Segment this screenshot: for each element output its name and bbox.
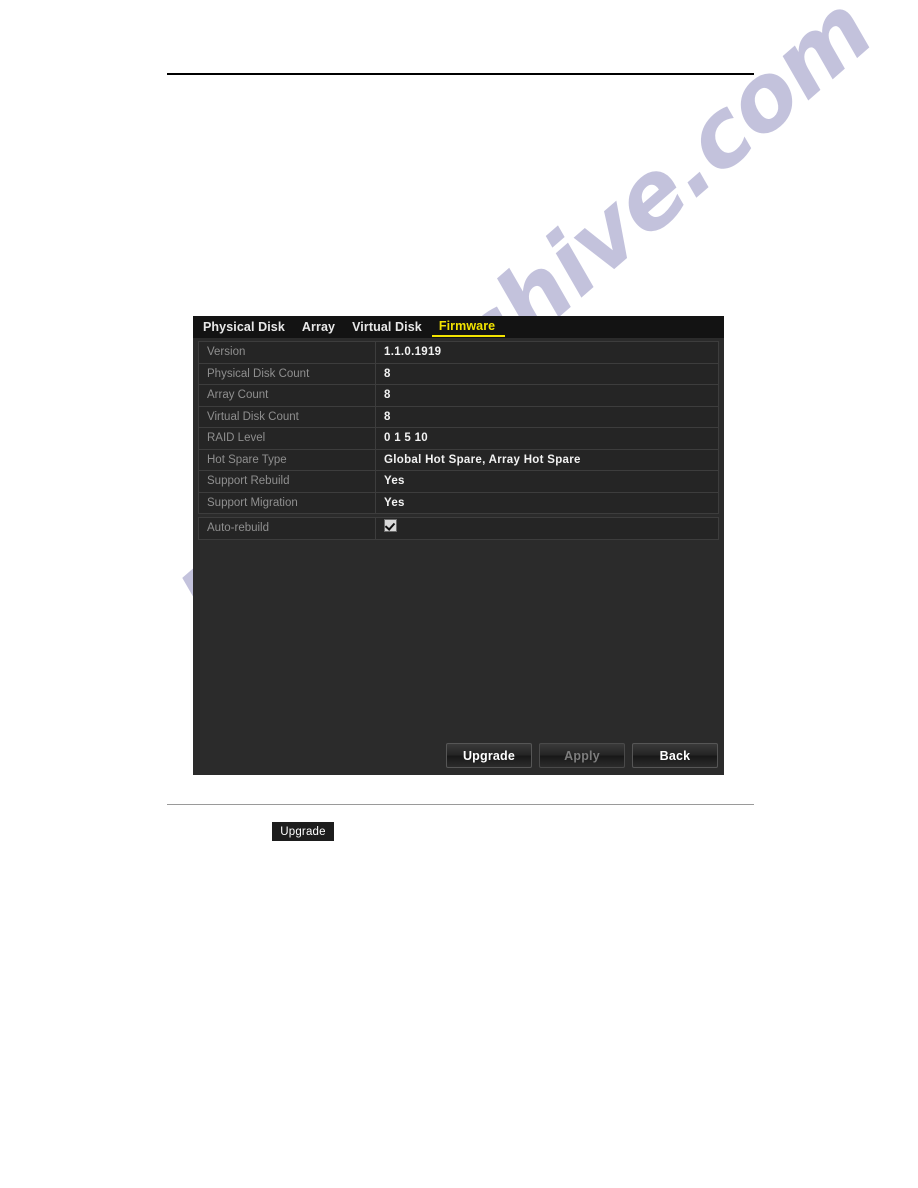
row-value-virtual-disk-count: 8 <box>375 405 719 428</box>
apply-button[interactable]: Apply <box>539 743 625 768</box>
row-label-virtual-disk-count: Virtual Disk Count <box>198 405 376 428</box>
tab-physical-disk[interactable]: Physical Disk <box>196 318 295 336</box>
firmware-info-table-wrap: Version 1.1.0.1919 Physical Disk Count 8… <box>193 338 724 540</box>
row-label-auto-rebuild: Auto-rebuild <box>198 517 376 540</box>
row-label-support-rebuild: Support Rebuild <box>198 470 376 493</box>
raid-firmware-dialog: Physical Disk Array Virtual Disk Firmwar… <box>193 316 724 775</box>
table-row: Version 1.1.0.1919 <box>198 341 719 364</box>
row-label-version: Version <box>198 341 376 364</box>
row-label-hot-spare-type: Hot Spare Type <box>198 448 376 471</box>
back-button[interactable]: Back <box>632 743 718 768</box>
table-row: RAID Level 0 1 5 10 <box>198 427 719 450</box>
auto-rebuild-checkbox[interactable] <box>384 519 397 533</box>
table-row: Support Migration Yes <box>198 491 719 514</box>
page-footer-rule <box>167 804 754 805</box>
row-label-physical-disk-count: Physical Disk Count <box>198 362 376 385</box>
table-row: Physical Disk Count 8 <box>198 362 719 385</box>
dialog-button-row: Upgrade Apply Back <box>446 743 718 768</box>
table-row: Virtual Disk Count 8 <box>198 405 719 428</box>
tab-array[interactable]: Array <box>295 318 345 336</box>
row-value-auto-rebuild <box>375 517 719 540</box>
row-label-support-migration: Support Migration <box>198 491 376 514</box>
row-value-physical-disk-count: 8 <box>375 362 719 385</box>
row-value-support-rebuild: Yes <box>375 470 719 493</box>
table-row: Array Count 8 <box>198 384 719 407</box>
inline-upgrade-button[interactable]: Upgrade <box>272 822 334 841</box>
tab-virtual-disk[interactable]: Virtual Disk <box>345 318 432 336</box>
dialog-tabbar: Physical Disk Array Virtual Disk Firmwar… <box>193 316 724 338</box>
page-header-rule <box>167 73 754 75</box>
upgrade-button[interactable]: Upgrade <box>446 743 532 768</box>
row-value-array-count: 8 <box>375 384 719 407</box>
row-value-version: 1.1.0.1919 <box>375 341 719 364</box>
row-value-support-migration: Yes <box>375 491 719 514</box>
table-row: Support Rebuild Yes <box>198 470 719 493</box>
tab-firmware[interactable]: Firmware <box>431 317 506 337</box>
firmware-info-table: Version 1.1.0.1919 Physical Disk Count 8… <box>198 341 719 540</box>
row-value-raid-level: 0 1 5 10 <box>375 427 719 450</box>
row-value-hot-spare-type: Global Hot Spare, Array Hot Spare <box>375 448 719 471</box>
table-row: Hot Spare Type Global Hot Spare, Array H… <box>198 448 719 471</box>
row-label-array-count: Array Count <box>198 384 376 407</box>
table-row: Auto-rebuild <box>198 517 719 540</box>
row-label-raid-level: RAID Level <box>198 427 376 450</box>
